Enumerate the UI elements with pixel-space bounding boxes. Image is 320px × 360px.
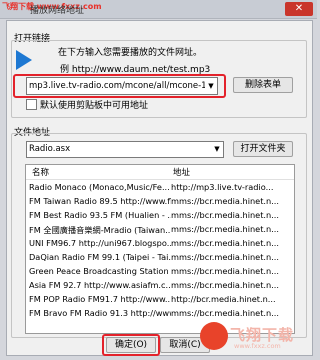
close-button[interactable]: ✕	[285, 2, 313, 16]
chevron-down-icon[interactable]: ▼	[211, 142, 223, 157]
close-icon: ✕	[294, 3, 304, 14]
file-select[interactable]: Radio.asx ▼	[26, 141, 224, 158]
watermark-sub: www.fxxz.com	[234, 342, 281, 350]
list-item[interactable]: FM Taiwan Radio 89.5 http://www.flyra...…	[26, 196, 294, 209]
logo-icon	[200, 322, 228, 350]
file-select-value: Radio.asx	[29, 144, 71, 154]
list-item[interactable]: Asia FM 92.7 http://www.asiafm.c... mms:/…	[26, 280, 294, 293]
list-item[interactable]: FM Best Radio 93.5 FM (Hualien - ... mms:…	[26, 210, 294, 223]
ok-highlight-box	[102, 334, 160, 356]
station-list[interactable]: 名称 地址 Radio Monaco (Monaco,Music/Fe... ht…	[25, 164, 295, 334]
list-item[interactable]: Green Peace Broadcasting Station ... mms:…	[26, 266, 294, 279]
window-title: 播放网络地址	[30, 6, 85, 16]
title-bar: 飞翔下载 www.fxxz.com 播放网络地址 ✕	[0, 0, 317, 19]
play-triangle-icon	[16, 50, 32, 70]
column-header-name[interactable]: 名称	[32, 166, 49, 178]
url-highlight-box	[13, 74, 226, 98]
column-header-address[interactable]: 地址	[173, 166, 190, 178]
list-item[interactable]: DaQian Radio FM 99.1 (Taipei - Tai... mms…	[26, 252, 294, 265]
brand-watermark: 飞翔下载 www.fxxz.com	[200, 318, 312, 354]
clipboard-checkbox[interactable]	[26, 99, 37, 110]
list-item[interactable]: UNI FM96.7 http://uni967.blogspo... mms:/…	[26, 238, 294, 251]
list-item[interactable]: Radio Monaco (Monaco,Music/Fe... http://m…	[26, 182, 294, 195]
clipboard-checkbox-label: 默认使用剪贴板中可用地址	[40, 101, 149, 111]
list-header: 名称 地址	[26, 165, 294, 180]
list-item[interactable]: FM POP Radio FM91.7 http://www... http://…	[26, 294, 294, 307]
list-item[interactable]: FM 全國廣播音樂網-Mradio (Taiwan... mms://bcr.me…	[26, 224, 294, 237]
open-folder-button[interactable]: 打开文件夹	[233, 141, 293, 157]
delete-list-button[interactable]: 删除表单	[233, 77, 293, 93]
url-hint-text: 在下方输入您需要播放的文件网址。	[58, 48, 203, 58]
